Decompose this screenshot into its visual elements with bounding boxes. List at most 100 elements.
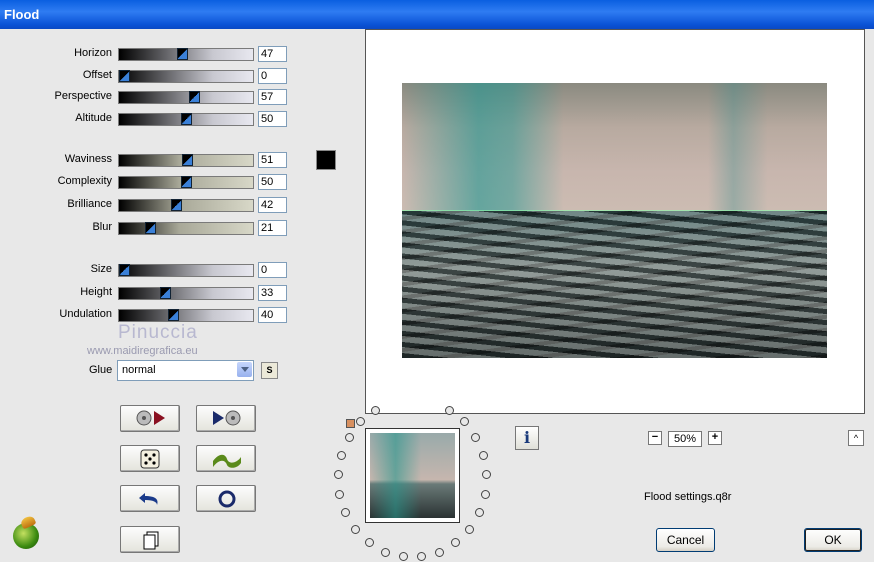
preview-image [402,83,827,358]
preview-water [402,211,827,358]
slider-thumb[interactable] [145,222,156,234]
reset-left-button[interactable] [120,405,180,432]
title-bar: Flood [0,0,874,29]
param-slider-perspective[interactable] [118,91,254,104]
slider-thumb[interactable] [119,70,130,82]
param-label: Size [90,263,112,275]
slider-thumb[interactable] [181,113,192,125]
wave-icon [213,454,241,468]
navigator-ring-dot[interactable] [335,490,344,499]
param-row-blur: Blur 21 [0,220,300,236]
reset-right-button[interactable] [196,405,256,432]
param-slider-undulation[interactable] [118,309,254,322]
window-title: Flood [4,7,40,22]
navigator-ring-dot[interactable] [371,406,380,415]
undo-button[interactable] [120,485,180,512]
slider-thumb[interactable] [177,48,188,60]
navigator-ring-dot[interactable] [365,538,374,547]
logo-icon [13,523,39,549]
param-value-input[interactable]: 21 [258,220,287,236]
copy-button[interactable] [120,526,180,553]
param-slider-altitude[interactable] [118,113,254,126]
param-value-input[interactable]: 40 [258,307,287,323]
navigator-handle[interactable] [346,419,355,428]
navigator-ring-dot[interactable] [481,490,490,499]
slider-thumb[interactable] [189,91,200,103]
info-button[interactable]: i [515,426,539,450]
ok-button[interactable]: OK [804,528,862,552]
navigator-ring-dot[interactable] [356,417,365,426]
param-slider-horizon[interactable] [118,48,254,61]
navigator-ring-dot[interactable] [381,548,390,557]
param-value-input[interactable]: 0 [258,262,287,278]
color-swatch[interactable] [316,150,336,170]
glue-s-button[interactable]: S [261,362,278,379]
navigator-ring-dot[interactable] [399,552,408,561]
glue-select[interactable]: normal [117,360,254,381]
param-label: Waviness [64,153,112,165]
param-slider-size[interactable] [118,264,254,277]
param-row-waviness: Waviness 51 [0,152,300,168]
navigator-ring-dot[interactable] [435,548,444,557]
settings-filename: Flood settings.q8r [644,491,732,503]
navigator-ring-dot[interactable] [345,433,354,442]
param-value-input[interactable]: 33 [258,285,287,301]
slider-thumb[interactable] [119,264,130,276]
navigator-ring-dot[interactable] [460,417,469,426]
chevron-down-icon[interactable] [237,362,252,377]
param-slider-offset[interactable] [118,70,254,83]
dice-icon [140,449,160,469]
zoom-in-button[interactable]: + [708,431,722,445]
param-row-altitude: Altitude 50 [0,111,300,127]
navigator-ring-dot[interactable] [479,451,488,460]
param-value-input[interactable]: 42 [258,197,287,213]
param-label: Brilliance [67,198,112,210]
random-button[interactable] [120,445,180,472]
param-value-input[interactable]: 57 [258,89,287,105]
watermark-url: www.maidiregrafica.eu [87,345,198,357]
slider-thumb[interactable] [171,199,182,211]
param-label: Complexity [57,175,112,187]
navigator-ring-dot[interactable] [334,470,343,479]
navigator-ring-dot[interactable] [337,451,346,460]
undo-icon [139,493,158,505]
param-value-input[interactable]: 47 [258,46,287,62]
copy-icon [143,531,159,550]
param-slider-waviness[interactable] [118,154,254,167]
slider-thumb[interactable] [181,176,192,188]
preview-pane[interactable] [365,29,865,414]
slider-thumb[interactable] [168,309,179,321]
navigator-ring-dot[interactable] [341,508,350,517]
wave-button[interactable] [196,445,256,472]
param-slider-blur[interactable] [118,222,254,235]
circle-button[interactable] [196,485,256,512]
param-row-perspective: Perspective 57 [0,89,300,105]
navigator-ring-dot[interactable] [351,525,360,534]
navigator-ring-dot[interactable] [475,508,484,517]
cancel-button[interactable]: Cancel [656,528,715,552]
zoom-level: 50% [668,431,702,447]
param-value-input[interactable]: 51 [258,152,287,168]
param-slider-height[interactable] [118,287,254,300]
zoom-out-button[interactable]: − [648,431,662,445]
collapse-button[interactable]: ^ [848,430,864,446]
param-label: Blur [92,221,112,233]
slider-thumb[interactable] [160,287,171,299]
param-row-undulation: Undulation 40 [0,307,300,323]
navigator-ring-dot[interactable] [465,525,474,534]
navigator-ring-dot[interactable] [417,552,426,561]
glue-label: Glue [89,364,113,376]
slider-thumb[interactable] [182,154,193,166]
navigator-ring-dot[interactable] [445,406,454,415]
param-value-input[interactable]: 0 [258,68,287,84]
param-value-input[interactable]: 50 [258,111,287,127]
param-row-size: Size 0 [0,262,300,278]
navigator-ring-dot[interactable] [471,433,480,442]
navigator-ring-dot[interactable] [482,470,491,479]
param-slider-complexity[interactable] [118,176,254,189]
navigator-thumbnail[interactable] [365,428,460,523]
param-row-offset: Offset 0 [0,68,300,84]
param-value-input[interactable]: 50 [258,174,287,190]
param-slider-brilliance[interactable] [118,199,254,212]
navigator-ring-dot[interactable] [451,538,460,547]
